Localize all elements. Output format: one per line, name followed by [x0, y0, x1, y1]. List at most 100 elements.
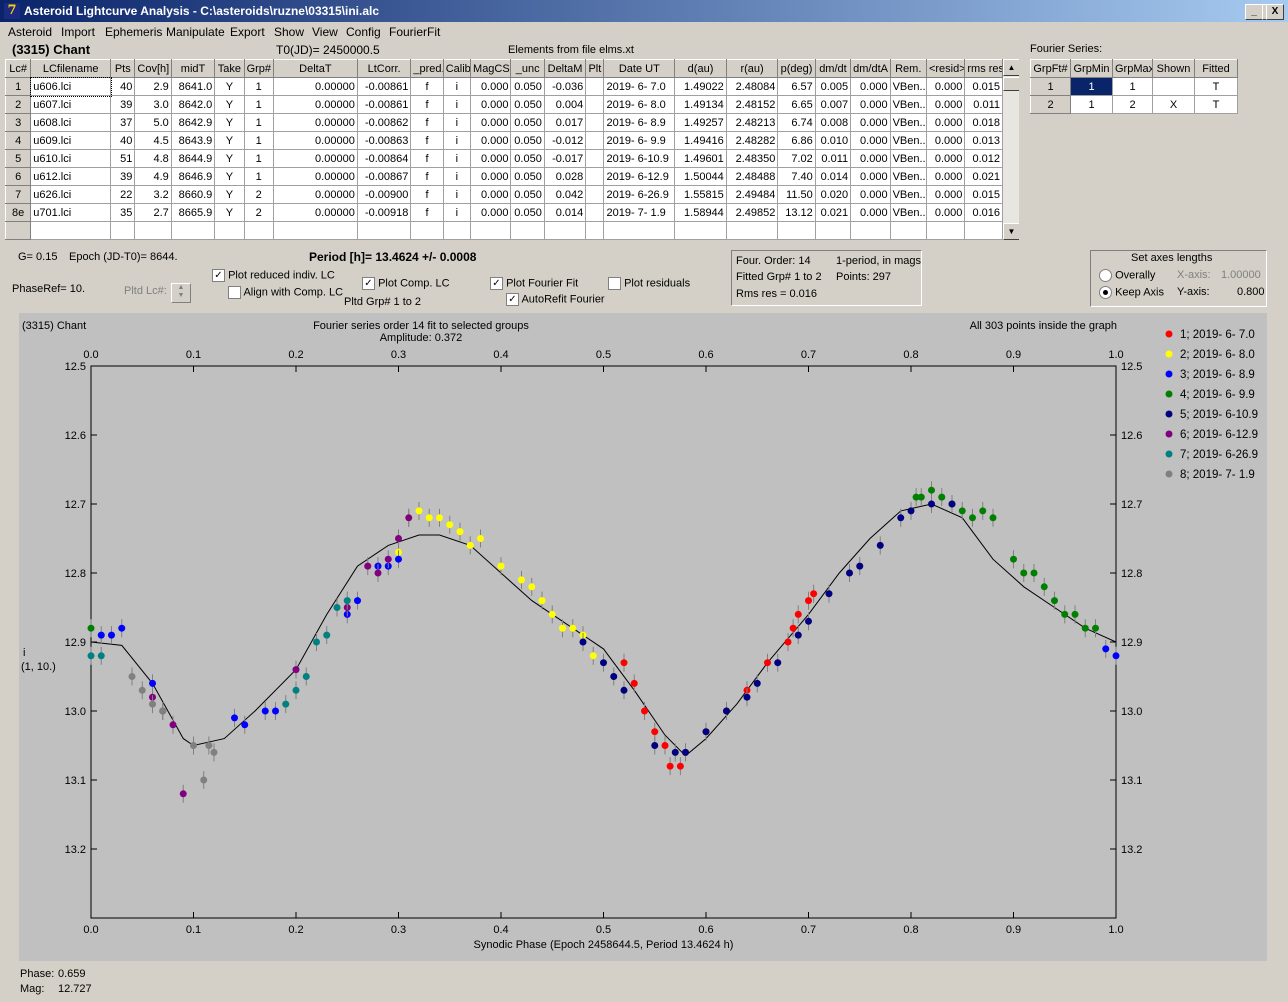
column-header[interactable]: LCfilename: [30, 59, 112, 78]
table-cell[interactable]: [30, 221, 112, 240]
table-cell[interactable]: 2.49484: [725, 185, 779, 204]
table-cell[interactable]: [603, 221, 676, 240]
scroll-up-arrow-icon[interactable]: ▲: [1003, 59, 1019, 76]
table-cell[interactable]: 0.004: [543, 95, 587, 114]
table-cell[interactable]: VBen..: [889, 77, 927, 96]
table-cell[interactable]: [410, 221, 444, 240]
column-header[interactable]: p(deg): [777, 59, 816, 78]
table-cell[interactable]: -0.00862: [356, 113, 412, 132]
table-cell[interactable]: 2.7: [134, 203, 172, 222]
fourier-cell[interactable]: X: [1152, 95, 1195, 114]
table-cell[interactable]: [5, 221, 32, 240]
column-header[interactable]: MagCS: [470, 59, 512, 78]
table-cell[interactable]: 0.050: [510, 149, 545, 168]
table-cell[interactable]: 0.000: [470, 185, 512, 204]
column-header[interactable]: <resid>: [925, 59, 966, 78]
table-cell[interactable]: i: [442, 113, 472, 132]
table-cell[interactable]: Y: [214, 203, 245, 222]
table-cell[interactable]: Y: [214, 167, 245, 186]
table-cell[interactable]: 0.028: [543, 167, 587, 186]
fourier-column-header[interactable]: GrpMax: [1112, 59, 1153, 78]
table-cell[interactable]: 6.57: [777, 77, 816, 96]
menu-view[interactable]: View: [312, 25, 338, 39]
table-cell[interactable]: [964, 221, 1003, 240]
table-cell[interactable]: 35: [110, 203, 136, 222]
table-cell[interactable]: 0.015: [964, 77, 1003, 96]
plot-comp-checkbox[interactable]: ✓ Plot Comp. LC: [362, 277, 450, 290]
menu-ephemeris[interactable]: Ephemeris: [105, 25, 162, 39]
table-cell[interactable]: 0.011: [814, 149, 852, 168]
table-cell[interactable]: u609.lci: [30, 131, 112, 150]
table-cell[interactable]: 1.49601: [674, 149, 727, 168]
table-cell[interactable]: 8644.9: [170, 149, 216, 168]
app-icon[interactable]: 7: [4, 3, 20, 19]
table-cell[interactable]: 2.48488: [725, 167, 779, 186]
table-cell[interactable]: 2.48213: [725, 113, 779, 132]
table-cell[interactable]: 0.000: [925, 203, 966, 222]
menu-asteroid[interactable]: Asteroid: [8, 25, 52, 39]
table-cell[interactable]: f: [410, 185, 444, 204]
table-cell[interactable]: 0.000: [850, 167, 891, 186]
table-cell[interactable]: i: [442, 77, 472, 96]
row-header[interactable]: 5: [5, 149, 32, 168]
table-cell[interactable]: 0.000: [925, 113, 966, 132]
table-row[interactable]: 8e u701.lci 35 2.7 8665.9 Y 2 0.00000 -0.00918 f i…: [5, 203, 1003, 222]
table-cell[interactable]: 1.50044: [674, 167, 727, 186]
table-cell[interactable]: 2.48152: [725, 95, 779, 114]
table-cell[interactable]: u606.lci: [29, 76, 112, 97]
plot-reduced-checkbox[interactable]: ✓ Plot reduced indiv. LC: [212, 269, 335, 282]
table-cell[interactable]: 0.000: [470, 95, 512, 114]
table-cell[interactable]: 0.008: [814, 113, 852, 132]
fourier-row-header[interactable]: 1: [1030, 77, 1071, 96]
table-cell[interactable]: u608.lci: [30, 113, 112, 132]
menu-import[interactable]: Import: [61, 25, 95, 39]
table-cell[interactable]: [543, 221, 587, 240]
table-cell[interactable]: 2.49852: [725, 203, 779, 222]
table-cell[interactable]: 0.000: [925, 185, 966, 204]
table-cell[interactable]: 2019- 6- 8.9: [603, 113, 676, 132]
table-cell[interactable]: u607.lci: [30, 95, 112, 114]
table-cell[interactable]: 1: [243, 167, 274, 186]
table-cell[interactable]: 0.000: [925, 77, 966, 96]
table-cell[interactable]: u612.lci: [30, 167, 112, 186]
table-cell[interactable]: 0.000: [470, 113, 512, 132]
row-header[interactable]: 2: [5, 95, 32, 114]
fourier-row[interactable]: 111T: [1030, 77, 1238, 96]
table-cell[interactable]: [585, 131, 605, 150]
table-cell[interactable]: 3.0: [134, 95, 172, 114]
table-cell[interactable]: f: [410, 149, 444, 168]
table-cell[interactable]: 2019- 6-26.9: [603, 185, 676, 204]
table-cell[interactable]: VBen..: [889, 185, 927, 204]
table-cell[interactable]: [170, 221, 216, 240]
table-cell[interactable]: 1: [243, 113, 274, 132]
table-cell[interactable]: [674, 221, 727, 240]
table-cell[interactable]: 2019- 7- 1.9: [603, 203, 676, 222]
column-header[interactable]: Calib: [442, 59, 472, 78]
column-header[interactable]: Cov[h]: [134, 59, 172, 78]
column-header[interactable]: Plt: [585, 59, 605, 78]
fourier-column-header[interactable]: GrpMin: [1070, 59, 1113, 78]
table-cell[interactable]: 0.00000: [272, 149, 358, 168]
table-cell[interactable]: 0.00000: [272, 131, 358, 150]
column-header[interactable]: dm/dt: [814, 59, 852, 78]
table-cell[interactable]: 0.021: [964, 167, 1003, 186]
table-cell[interactable]: Y: [214, 77, 245, 96]
fourier-cell[interactable]: T: [1194, 95, 1238, 114]
table-cell[interactable]: -0.00900: [356, 185, 412, 204]
table-cell[interactable]: 0.018: [964, 113, 1003, 132]
table-cell[interactable]: Y: [214, 95, 245, 114]
column-header[interactable]: Rem.: [889, 59, 927, 78]
fourier-column-header[interactable]: GrpFt#: [1030, 59, 1071, 78]
table-cell[interactable]: [925, 221, 966, 240]
table-cell[interactable]: 0.00000: [272, 77, 358, 96]
table-cell[interactable]: 0.00000: [272, 185, 358, 204]
table-cell[interactable]: 51: [110, 149, 136, 168]
table-row[interactable]: 1 u606.lci 40 2.9 8641.0 Y 1 0.00000 -0.00861 f i 0…: [5, 76, 1003, 97]
table-cell[interactable]: i: [442, 95, 472, 114]
table-cell[interactable]: 0.021: [814, 203, 852, 222]
row-header[interactable]: 8e: [5, 203, 32, 222]
table-cell[interactable]: 2.48282: [725, 131, 779, 150]
overally-radio[interactable]: Overally: [1099, 269, 1155, 282]
table-cell[interactable]: 1.49134: [674, 95, 727, 114]
column-header[interactable]: Lc#: [5, 59, 32, 78]
